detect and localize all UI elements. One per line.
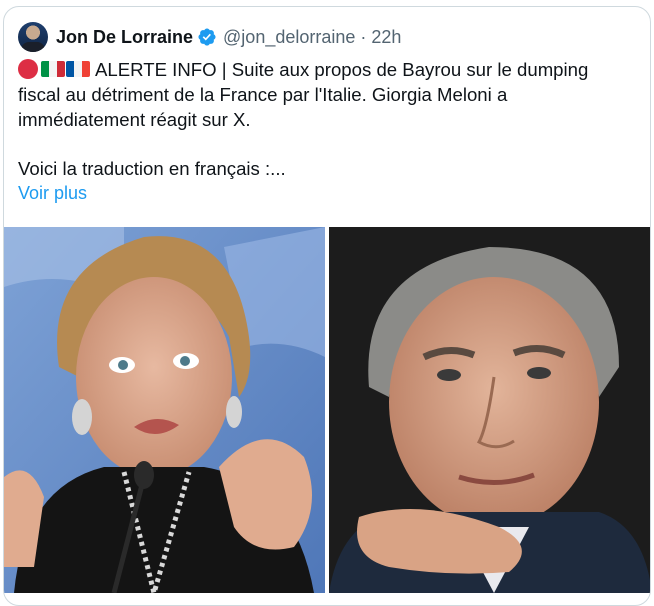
author-handle[interactable]: @jon_delorraine bbox=[223, 27, 355, 48]
see-more-link[interactable]: Voir plus bbox=[18, 183, 87, 204]
tweet-timestamp[interactable]: 22h bbox=[371, 27, 401, 48]
emoji-group bbox=[18, 59, 91, 79]
italy-flag-icon bbox=[41, 61, 65, 77]
verified-badge-icon[interactable] bbox=[197, 27, 217, 47]
red-circle-icon bbox=[18, 59, 38, 79]
photo-man-portrait-hand-on-chin[interactable] bbox=[329, 227, 650, 593]
tweet-media bbox=[4, 227, 650, 593]
photo-woman-speaking-at-microphone[interactable] bbox=[4, 227, 325, 593]
avatar[interactable] bbox=[18, 22, 48, 52]
tweet-line-1: ALERTE INFO | Suite aux propos de Bayrou… bbox=[18, 58, 628, 83]
tweet-header: Jon De Lorraine @jon_delorraine · 22h bbox=[18, 19, 401, 55]
tweet-card[interactable]: Jon De Lorraine @jon_delorraine · 22h AL… bbox=[3, 6, 651, 606]
tweet-blank-line bbox=[18, 132, 628, 157]
tweet-text-line: fiscal au détriment de la France par l'I… bbox=[18, 83, 508, 105]
france-flag-icon bbox=[66, 61, 90, 77]
separator-dot: · bbox=[360, 26, 367, 47]
tweet-text: ALERTE INFO | Suite aux propos de Bayrou… bbox=[18, 58, 628, 182]
tweet-text-line: ALERTE INFO | Suite aux propos de Bayrou… bbox=[95, 59, 589, 80]
author-display-name[interactable]: Jon De Lorraine bbox=[56, 27, 193, 48]
tweet-text-line: immédiatement réagit sur X. bbox=[18, 108, 251, 130]
tweet-text-line: Voici la traduction en français :... bbox=[18, 158, 286, 180]
